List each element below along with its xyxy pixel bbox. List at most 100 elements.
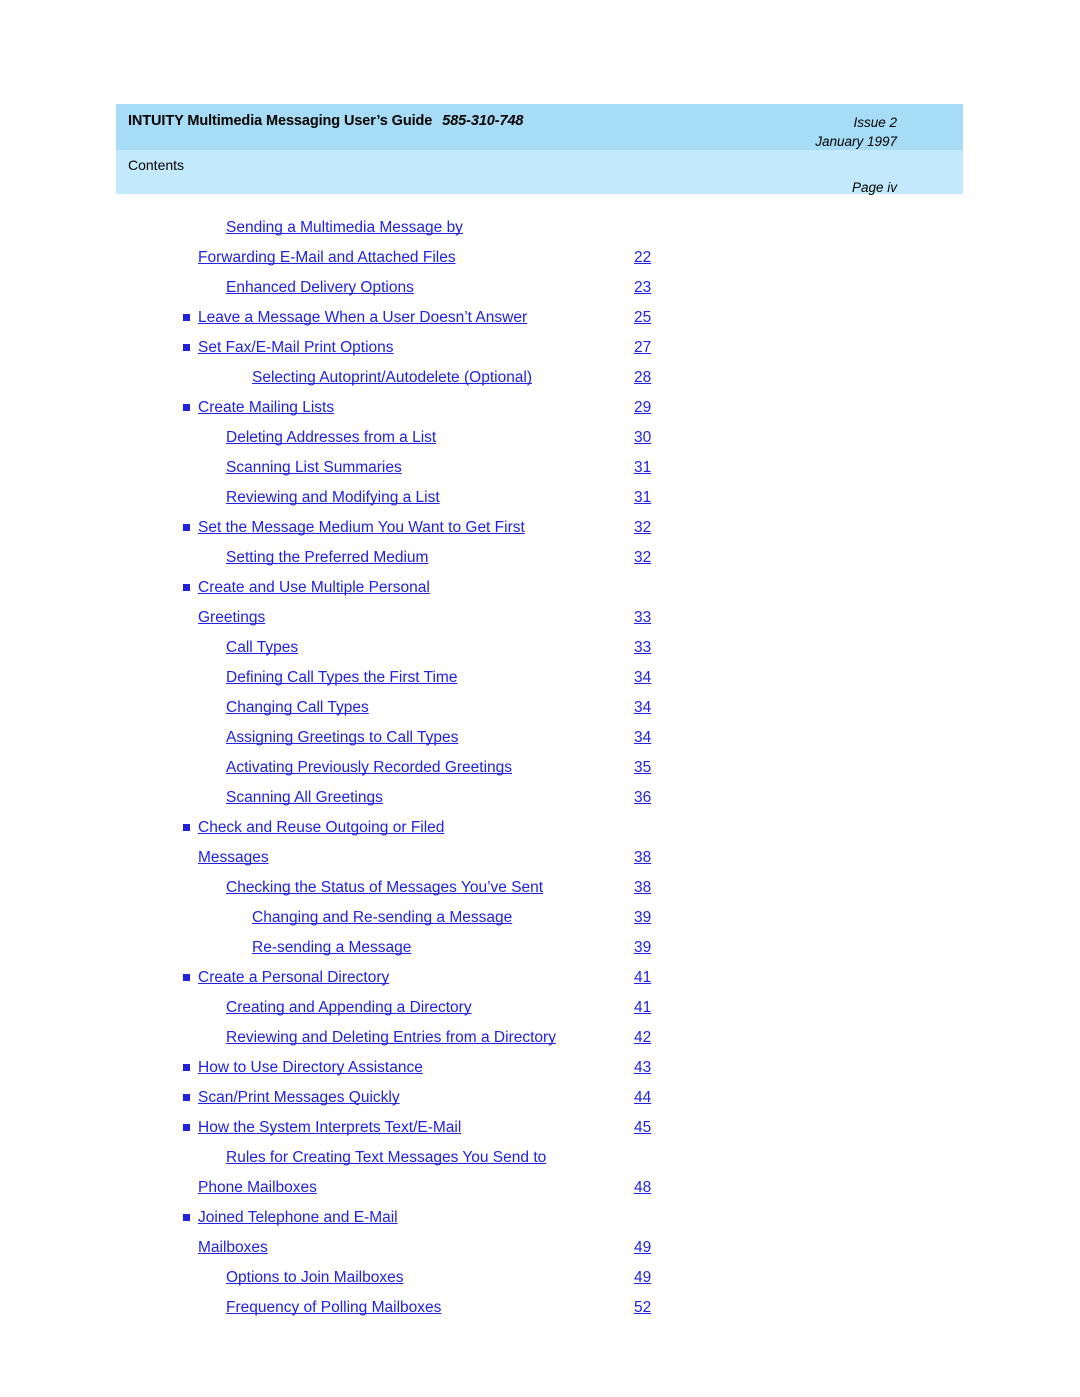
- toc-entry-page-number[interactable]: 25: [634, 303, 651, 333]
- toc-entry-link[interactable]: Set the Message Medium You Want to Get F…: [0, 513, 634, 543]
- toc-entry-page-number[interactable]: 44: [634, 1083, 651, 1113]
- toc-entry-page-number[interactable]: 34: [634, 693, 651, 723]
- toc-entry-line: How to Use Directory Assistance: [198, 1059, 423, 1076]
- toc-entry-page-number[interactable]: 32: [634, 543, 651, 573]
- toc-entry-page-number[interactable]: 41: [634, 963, 651, 993]
- toc-entry-link[interactable]: Call Types: [0, 633, 634, 663]
- toc-entry-page-number[interactable]: 49: [634, 1233, 651, 1263]
- square-bullet-icon: [183, 1214, 190, 1221]
- toc-entry-page-number[interactable]: 29: [634, 393, 651, 423]
- toc-entry-link[interactable]: Create Mailing Lists: [0, 393, 634, 423]
- toc-entry-link[interactable]: Deleting Addresses from a List: [0, 423, 634, 453]
- toc-entry-link[interactable]: Scan/Print Messages Quickly: [0, 1083, 634, 1113]
- toc-entry-page-number[interactable]: 39: [634, 933, 651, 963]
- toc-entry-link[interactable]: Checking the Status of Messages You’ve S…: [0, 873, 634, 903]
- toc-entry-line: Setting the Preferred Medium: [226, 549, 428, 566]
- toc-entry-link[interactable]: Changing and Re-sending a Message: [0, 903, 634, 933]
- toc-entry-line: Reviewing and Modifying a List: [226, 489, 440, 506]
- toc-entry-link[interactable]: Rules for Creating Text Messages You Sen…: [0, 1143, 634, 1203]
- square-bullet-icon: [183, 524, 190, 531]
- toc-entry: Checking the Status of Messages You’ve S…: [0, 873, 1080, 903]
- square-bullet-icon: [183, 1064, 190, 1071]
- toc-entry-link[interactable]: Re-sending a Message: [0, 933, 634, 963]
- toc-entry-page-number[interactable]: 30: [634, 423, 651, 453]
- toc-entry-page-cell: 45: [634, 1113, 754, 1143]
- toc-entry-page-number[interactable]: 34: [634, 723, 651, 753]
- toc-entry-page-number[interactable]: 33: [634, 603, 651, 633]
- toc-entry-page-cell: 35: [634, 753, 754, 783]
- toc-entry-link[interactable]: Assigning Greetings to Call Types: [0, 723, 634, 753]
- toc-entry-page-number[interactable]: 32: [634, 513, 651, 543]
- toc-entry-link[interactable]: How the System Interprets Text/E-Mail: [0, 1113, 634, 1143]
- toc-entry-label-cell: Deleting Addresses from a List: [0, 423, 634, 453]
- toc-entry-link[interactable]: Check and Reuse Outgoing or Filed Message…: [0, 813, 634, 873]
- toc-entry-link[interactable]: Sending a Multimedia Message by Forwardin…: [0, 213, 634, 273]
- toc-entry-link[interactable]: Setting the Preferred Medium: [0, 543, 634, 573]
- header-title-group: INTUITY Multimedia Messaging User’s Guid…: [128, 113, 679, 129]
- toc-entry-page-number[interactable]: 34: [634, 663, 651, 693]
- toc-entry-link[interactable]: Defining Call Types the First Time: [0, 663, 634, 693]
- toc-entry-link[interactable]: Frequency of Polling Mailboxes: [0, 1293, 634, 1323]
- toc-entry-line-text: Messages: [198, 849, 269, 866]
- toc-entry-link[interactable]: Create and Use Multiple Personal Greeting…: [0, 573, 634, 633]
- toc-entry-link[interactable]: Changing Call Types: [0, 693, 634, 723]
- toc-entry-line-text: Reviewing and Deleting Entries from a Di…: [226, 1029, 556, 1046]
- toc-entry-page-number[interactable]: 22: [634, 243, 651, 273]
- toc-entry-page-number[interactable]: 39: [634, 903, 651, 933]
- toc-entry-page-number[interactable]: 31: [634, 483, 651, 513]
- toc-entry-link[interactable]: Joined Telephone and E-Mail Mailboxes: [0, 1203, 634, 1263]
- toc-entry-link[interactable]: Scanning List Summaries: [0, 453, 634, 483]
- toc-entry-page-number[interactable]: 48: [634, 1173, 651, 1203]
- toc-entry-label-cell: Creating and Appending a Directory: [0, 993, 634, 1023]
- toc-entry-page-cell: 31: [634, 483, 754, 513]
- toc-entry-link[interactable]: Options to Join Mailboxes: [0, 1263, 634, 1293]
- toc-entry-page-number[interactable]: 36: [634, 783, 651, 813]
- toc-entry-line-text: Setting the Preferred Medium: [226, 549, 429, 566]
- toc-entry: Assigning Greetings to Call Types 34: [0, 723, 1080, 753]
- toc-entry-line: Changing Call Types: [226, 699, 369, 716]
- toc-entry-page-number[interactable]: 42: [634, 1023, 651, 1053]
- toc-entry-page-number[interactable]: 31: [634, 453, 651, 483]
- toc-entry-line-text: Activating Previously Recorded Greetings: [226, 759, 513, 776]
- toc-entry-page-number[interactable]: 33: [634, 633, 651, 663]
- toc-entry-line-text: Mailboxes: [198, 1239, 268, 1256]
- toc-entry-page-number[interactable]: 28: [634, 363, 651, 393]
- toc-entry-page-number[interactable]: 45: [634, 1113, 651, 1143]
- toc-entry-page-number[interactable]: 49: [634, 1263, 651, 1293]
- toc-entry-label-cell: Reviewing and Modifying a List: [0, 483, 634, 513]
- toc-entry-line: Scan/Print Messages Quickly: [198, 1089, 400, 1106]
- toc-entry: Frequency of Polling Mailboxes 52: [0, 1293, 1080, 1323]
- toc-entry-link[interactable]: How to Use Directory Assistance: [0, 1053, 634, 1083]
- toc-entry-link[interactable]: Scanning All Greetings: [0, 783, 634, 813]
- toc-entry-link[interactable]: Create a Personal Directory: [0, 963, 634, 993]
- toc-entry-line: Activating Previously Recorded Greetings: [226, 759, 512, 776]
- toc-entry-page-number[interactable]: 52: [634, 1293, 651, 1323]
- toc-entry-page-number[interactable]: 23: [634, 273, 651, 303]
- toc-entry-page-number[interactable]: 43: [634, 1053, 651, 1083]
- toc-entry-link[interactable]: Enhanced Delivery Options: [0, 273, 634, 303]
- toc-entry-page-cell: 34: [634, 723, 754, 753]
- toc-entry-line: Mailboxes: [0, 1233, 634, 1263]
- toc-entry: Defining Call Types the First Time 34: [0, 663, 1080, 693]
- toc-entry-label-cell: Assigning Greetings to Call Types: [0, 723, 634, 753]
- square-bullet-icon: [183, 974, 190, 981]
- toc-entry-link[interactable]: Leave a Message When a User Doesn’t Answ…: [0, 303, 634, 333]
- toc-entry-page-number[interactable]: 27: [634, 333, 651, 363]
- toc-entry-link[interactable]: Reviewing and Deleting Entries from a Di…: [0, 1023, 634, 1053]
- toc-entry-page-number[interactable]: 38: [634, 843, 651, 873]
- toc-entry: Reviewing and Deleting Entries from a Di…: [0, 1023, 1080, 1053]
- toc-entry: Set Fax/E-Mail Print Options 27: [0, 333, 1080, 363]
- toc-entry-line: Creating and Appending a Directory: [226, 999, 472, 1016]
- toc-entry-link[interactable]: Creating and Appending a Directory: [0, 993, 634, 1023]
- toc-entry-line: Selecting Autoprint/Autodelete (Optional…: [252, 369, 532, 386]
- toc-entry-link[interactable]: Set Fax/E-Mail Print Options: [0, 333, 634, 363]
- toc-entry-link[interactable]: Selecting Autoprint/Autodelete (Optional…: [0, 363, 634, 393]
- toc-entry-page-number[interactable]: 38: [634, 873, 651, 903]
- toc-entry-link[interactable]: Reviewing and Modifying a List: [0, 483, 634, 513]
- toc-entry-label-cell: Joined Telephone and E-Mail Mailboxes: [0, 1203, 634, 1263]
- toc-entry-line: Set Fax/E-Mail Print Options: [198, 339, 394, 356]
- toc-entry-link[interactable]: Activating Previously Recorded Greetings: [0, 753, 634, 783]
- toc-entry-page-number[interactable]: 35: [634, 753, 651, 783]
- toc-entry: Reviewing and Modifying a List 31: [0, 483, 1080, 513]
- toc-entry-page-number[interactable]: 41: [634, 993, 651, 1023]
